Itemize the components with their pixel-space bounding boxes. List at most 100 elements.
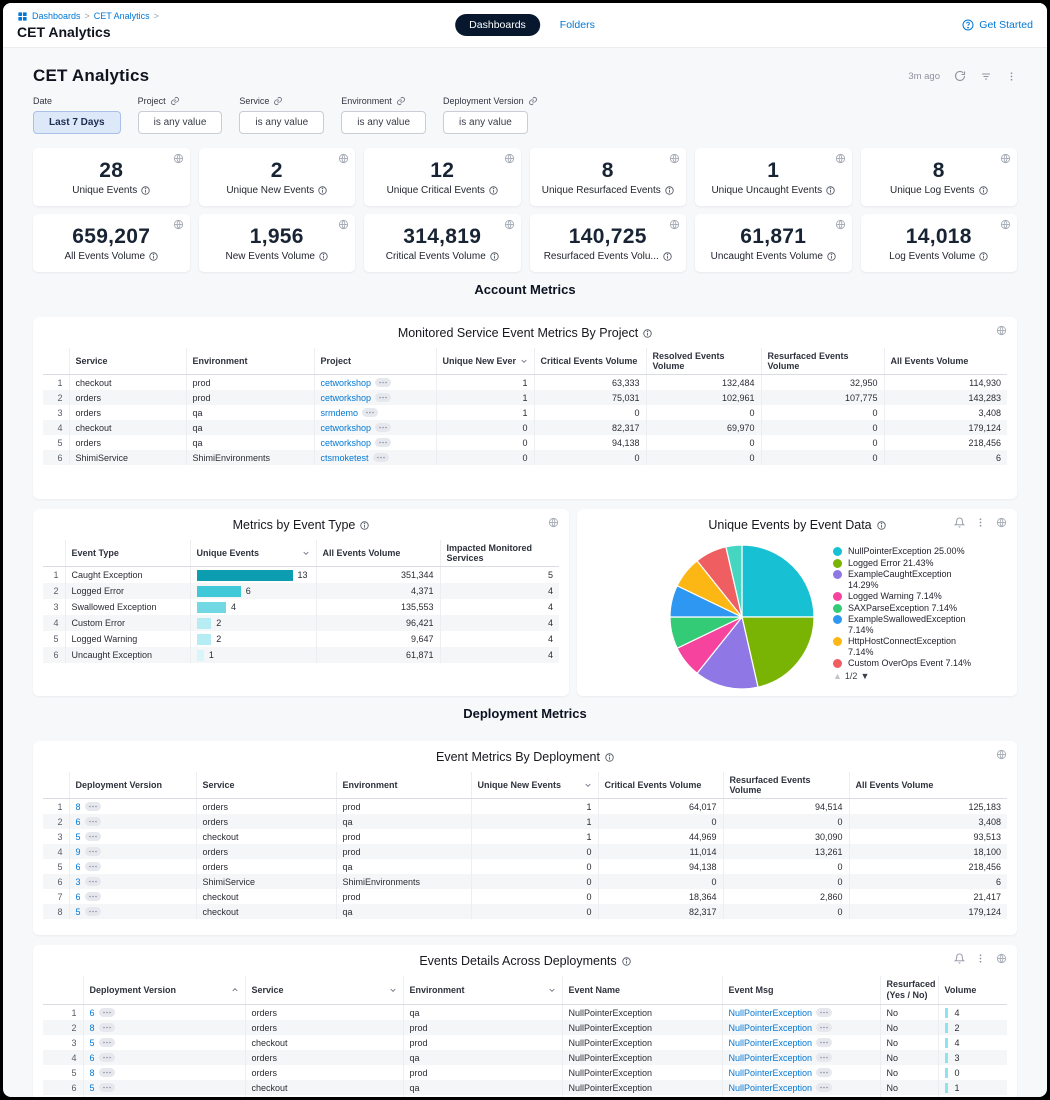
- sort-up-icon[interactable]: [231, 986, 239, 994]
- globe-icon[interactable]: [996, 749, 1007, 760]
- project-link[interactable]: cetworkshop: [321, 438, 372, 448]
- column-header-unique-new-events[interactable]: Unique New Events: [471, 772, 598, 799]
- more-options-pill[interactable]: [362, 408, 378, 417]
- column-header-event-type[interactable]: Event Type: [65, 540, 190, 567]
- column-header-service[interactable]: Service: [245, 976, 403, 1005]
- more-options-pill[interactable]: [85, 847, 101, 856]
- filter-icon[interactable]: [980, 70, 992, 82]
- more-options-pill[interactable]: [85, 817, 101, 826]
- filter-chip-project[interactable]: is any value: [138, 111, 223, 134]
- event-msg-link[interactable]: NullPointerException: [729, 1008, 813, 1018]
- more-options-pill[interactable]: [85, 892, 101, 901]
- more-options-pill[interactable]: [375, 438, 391, 447]
- event-msg-link[interactable]: NullPointerException: [729, 1068, 813, 1078]
- more-options-pill[interactable]: [99, 1008, 115, 1017]
- info-icon[interactable]: [643, 329, 652, 338]
- deployment-version-link[interactable]: 6: [90, 1053, 95, 1063]
- globe-icon[interactable]: [835, 153, 846, 164]
- more-options-pill[interactable]: [99, 1053, 115, 1062]
- globe-icon[interactable]: [338, 219, 349, 230]
- info-icon[interactable]: [663, 252, 672, 261]
- column-header-service[interactable]: Service: [196, 772, 336, 799]
- info-icon[interactable]: [360, 521, 369, 530]
- legend-item-custom-overops-event[interactable]: Custom OverOps Event 7.14%: [833, 658, 993, 669]
- filter-chip-service[interactable]: is any value: [239, 111, 324, 134]
- globe-icon[interactable]: [504, 219, 515, 230]
- globe-icon[interactable]: [173, 153, 184, 164]
- globe-icon[interactable]: [173, 219, 184, 230]
- deployment-version-link[interactable]: 5: [76, 832, 81, 842]
- sort-down-icon[interactable]: [520, 357, 528, 365]
- globe-icon[interactable]: [548, 517, 559, 528]
- column-header-environment[interactable]: Environment: [403, 976, 562, 1005]
- kebab-menu-icon[interactable]: [975, 517, 986, 528]
- info-icon[interactable]: [979, 252, 988, 261]
- column-header-unique-events[interactable]: Unique Events: [190, 540, 316, 567]
- tab-folders[interactable]: Folders: [560, 19, 595, 31]
- info-icon[interactable]: [665, 186, 674, 195]
- event-msg-link[interactable]: NullPointerException: [729, 1038, 813, 1048]
- deployment-version-link[interactable]: 6: [76, 862, 81, 872]
- column-header-project[interactable]: Project: [314, 348, 436, 375]
- info-icon[interactable]: [827, 252, 836, 261]
- filter-chip-date[interactable]: Last 7 Days: [33, 111, 121, 134]
- info-icon[interactable]: [826, 186, 835, 195]
- more-options-pill[interactable]: [99, 1068, 115, 1077]
- kebab-menu-icon[interactable]: [975, 953, 986, 964]
- legend-item-saxparseexception[interactable]: SAXParseException 7.14%: [833, 603, 993, 614]
- legend-item-logged-error[interactable]: Logged Error 21.43%: [833, 558, 993, 569]
- deployment-version-link[interactable]: 5: [76, 907, 81, 917]
- sort-down-icon[interactable]: [548, 986, 556, 994]
- more-options-pill[interactable]: [375, 423, 391, 432]
- column-header-critical-events-volume[interactable]: Critical Events Volume: [534, 348, 646, 375]
- column-header-resurfaced-events-volume[interactable]: Resurfaced Events Volume: [761, 348, 884, 375]
- more-options-pill[interactable]: [816, 1068, 832, 1077]
- deployment-version-link[interactable]: 5: [90, 1083, 95, 1093]
- globe-icon[interactable]: [835, 219, 846, 230]
- column-header-all-events-volume[interactable]: All Events Volume: [316, 540, 440, 567]
- more-options-pill[interactable]: [373, 453, 389, 462]
- column-header-environment[interactable]: Environment: [186, 348, 314, 375]
- event-msg-link[interactable]: NullPointerException: [729, 1023, 813, 1033]
- project-link[interactable]: srmdemo: [321, 408, 359, 418]
- info-icon[interactable]: [877, 521, 886, 530]
- info-icon[interactable]: [149, 252, 158, 261]
- project-link[interactable]: cetworkshop: [321, 423, 372, 433]
- info-icon[interactable]: [319, 252, 328, 261]
- deployment-version-link[interactable]: 6: [90, 1008, 95, 1018]
- project-link[interactable]: ctsmoketest: [321, 453, 369, 463]
- globe-icon[interactable]: [504, 153, 515, 164]
- column-header-resolved-events-volume[interactable]: Resolved Events Volume: [646, 348, 761, 375]
- more-options-pill[interactable]: [375, 393, 391, 402]
- column-header-service[interactable]: Service: [69, 348, 186, 375]
- get-started-link[interactable]: Get Started: [962, 19, 1033, 31]
- column-header-unique-new-ever[interactable]: Unique New Ever: [436, 348, 534, 375]
- deployment-version-link[interactable]: 5: [90, 1038, 95, 1048]
- info-icon[interactable]: [141, 186, 150, 195]
- globe-icon[interactable]: [1000, 153, 1011, 164]
- pie-slice-nullpointerexception[interactable]: [742, 545, 814, 617]
- filter-chip-deployment-version[interactable]: is any value: [443, 111, 528, 134]
- info-icon[interactable]: [490, 252, 499, 261]
- event-msg-link[interactable]: NullPointerException: [729, 1083, 813, 1093]
- globe-icon[interactable]: [669, 219, 680, 230]
- column-header-environment[interactable]: Environment: [336, 772, 471, 799]
- globe-icon[interactable]: [1000, 219, 1011, 230]
- globe-icon[interactable]: [996, 325, 1007, 336]
- column-header-all-events-volume[interactable]: All Events Volume: [849, 772, 1007, 799]
- deployment-version-link[interactable]: 6: [76, 817, 81, 827]
- legend-item-nullpointerexception[interactable]: NullPointerException 25.00%: [833, 546, 993, 557]
- info-icon[interactable]: [489, 186, 498, 195]
- column-header-all-events-volume[interactable]: All Events Volume: [884, 348, 1007, 375]
- pie-chart[interactable]: [667, 542, 817, 692]
- sort-down-icon[interactable]: [389, 986, 397, 994]
- column-header-deployment-version[interactable]: Deployment Version: [69, 772, 196, 799]
- deployment-version-link[interactable]: 9: [76, 847, 81, 857]
- column-header-critical-events-volume[interactable]: Critical Events Volume: [598, 772, 723, 799]
- legend-item-httphostconnectexception[interactable]: HttpHostConnectException 7.14%: [833, 636, 993, 657]
- deployment-version-link[interactable]: 6: [76, 892, 81, 902]
- breadcrumb-link-cet-analytics[interactable]: CET Analytics: [94, 11, 150, 21]
- more-options-pill[interactable]: [85, 832, 101, 841]
- more-options-pill[interactable]: [85, 802, 101, 811]
- globe-icon[interactable]: [669, 153, 680, 164]
